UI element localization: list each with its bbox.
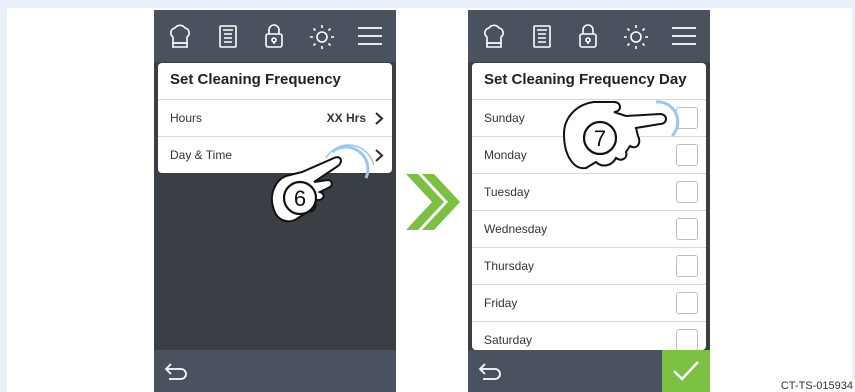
- tap-hand-icon: 7: [562, 100, 680, 170]
- back-arrow-icon: [164, 363, 187, 380]
- lock-icon[interactable]: [258, 20, 290, 52]
- recipe-book-icon[interactable]: [212, 20, 244, 52]
- step-number: 7: [594, 126, 606, 151]
- hours-value: XX Hrs: [326, 111, 366, 125]
- card-title: Set Cleaning Frequency: [158, 63, 392, 100]
- top-toolbar: [468, 10, 710, 62]
- day-row-saturday[interactable]: Saturday: [472, 322, 706, 350]
- day-time-label: Day & Time: [170, 148, 233, 162]
- day-label: Saturday: [484, 333, 533, 347]
- day-label: Friday: [484, 296, 518, 310]
- back-button[interactable]: [164, 360, 190, 382]
- day-row-wednesday[interactable]: Wednesday: [472, 211, 706, 248]
- step-number: 6: [294, 186, 306, 211]
- day-label: Tuesday: [484, 185, 530, 199]
- confirm-button[interactable]: [662, 350, 710, 392]
- chef-hat-icon[interactable]: [164, 20, 196, 52]
- day-label: Thursday: [484, 259, 535, 273]
- day-row-friday[interactable]: Friday: [472, 285, 706, 322]
- brightness-icon[interactable]: [306, 20, 338, 52]
- screen-set-cleaning-frequency-day: Set Cleaning Frequency Day Sunday Monday…: [468, 10, 710, 392]
- chevron-right-icon: [374, 100, 386, 136]
- day-label: Monday: [484, 148, 527, 162]
- card-title: Set Cleaning Frequency Day: [472, 63, 706, 100]
- menu-icon[interactable]: [668, 20, 700, 52]
- day-label: Wednesday: [484, 222, 548, 236]
- brightness-icon[interactable]: [620, 20, 652, 52]
- double-chevron-icon: [406, 174, 460, 230]
- day-row-thursday[interactable]: Thursday: [472, 248, 706, 285]
- day-checkbox[interactable]: [676, 255, 698, 277]
- menu-icon[interactable]: [354, 20, 386, 52]
- back-button[interactable]: [478, 360, 504, 382]
- top-toolbar: [154, 10, 396, 62]
- hours-label: Hours: [170, 111, 203, 125]
- day-checkbox[interactable]: [676, 292, 698, 314]
- recipe-book-icon[interactable]: [526, 20, 558, 52]
- checkmark-icon: [673, 361, 699, 381]
- bottom-bar: [468, 350, 710, 392]
- back-arrow-icon: [478, 363, 501, 380]
- reference-code: CT-TS-015934: [778, 380, 855, 392]
- chef-hat-icon[interactable]: [478, 20, 510, 52]
- chevron-right-icon: [374, 137, 386, 173]
- day-label: Sunday: [484, 111, 525, 125]
- hours-row[interactable]: Hours XX Hrs: [158, 100, 392, 137]
- bottom-bar: [154, 350, 396, 392]
- day-checkbox[interactable]: [676, 218, 698, 240]
- day-checkbox[interactable]: [676, 329, 698, 350]
- lock-icon[interactable]: [572, 20, 604, 52]
- tap-hand-icon: 6: [270, 144, 374, 223]
